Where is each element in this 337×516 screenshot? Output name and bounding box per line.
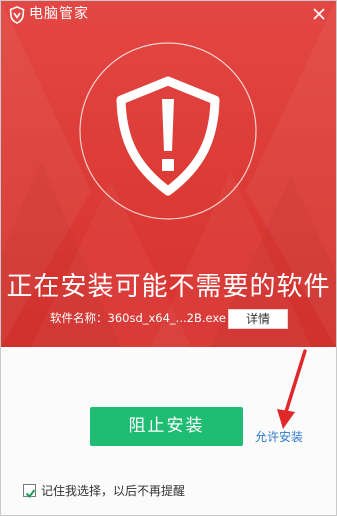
close-icon[interactable] xyxy=(310,5,328,23)
shield-exclamation-icon xyxy=(79,42,257,220)
app-window: 电脑管家 正在安装可能不需要的软件 软件名称：360sd_x64_...2B.e… xyxy=(0,0,337,516)
allow-install-link[interactable]: 允许安装 xyxy=(255,429,303,445)
red-arrow-annotation xyxy=(277,349,307,429)
block-install-button[interactable]: 阻止安装 xyxy=(90,407,243,446)
details-button[interactable]: 详情 xyxy=(228,309,288,329)
shield-v-icon xyxy=(9,6,25,24)
software-name-text: 软件名称：360sd_x64_...2B.exe xyxy=(50,311,226,325)
alert-headline: 正在安装可能不需要的软件 xyxy=(6,272,331,302)
title-bar: 电脑管家 xyxy=(1,1,336,29)
alert-header: 电脑管家 正在安装可能不需要的软件 软件名称：360sd_x64_...2B.e… xyxy=(1,1,336,347)
window-title: 电脑管家 xyxy=(29,6,89,22)
remember-label: 记住我选择，以后不再提醒 xyxy=(41,484,186,498)
checkmark-icon xyxy=(25,489,36,499)
remember-checkbox[interactable] xyxy=(23,484,36,499)
